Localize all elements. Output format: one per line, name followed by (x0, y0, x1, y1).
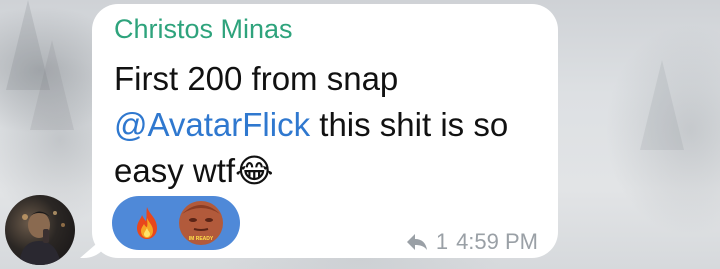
mention-link[interactable]: @AvatarFlick (114, 106, 310, 143)
avatar-image (19, 211, 65, 265)
fire-reaction[interactable] (130, 206, 164, 240)
message-text-part: First 200 from snap (114, 60, 399, 97)
reactions-pill[interactable]: IM READY (112, 196, 240, 250)
sticker-reaction[interactable]: IM READY (178, 200, 224, 246)
fire-icon (137, 207, 157, 239)
message-bubble[interactable]: Christos Minas First 200 from snap @Avat… (92, 4, 558, 258)
sticker-label: IM READY (189, 236, 214, 242)
sender-avatar[interactable] (5, 195, 75, 265)
message-text: First 200 from snap @AvatarFlick this sh… (114, 56, 554, 194)
message-time: 4:59 PM (456, 229, 538, 254)
im-ready-sticker: IM READY (179, 201, 223, 245)
background-tree (640, 60, 684, 150)
message-meta: 1 4:59 PM (406, 227, 538, 257)
background-tree (30, 40, 74, 130)
reply-icon[interactable] (406, 232, 428, 252)
reply-count[interactable]: 1 (436, 229, 448, 255)
sender-name[interactable]: Christos Minas (114, 14, 293, 45)
tears-of-joy-emoji: 😂 (235, 152, 274, 189)
